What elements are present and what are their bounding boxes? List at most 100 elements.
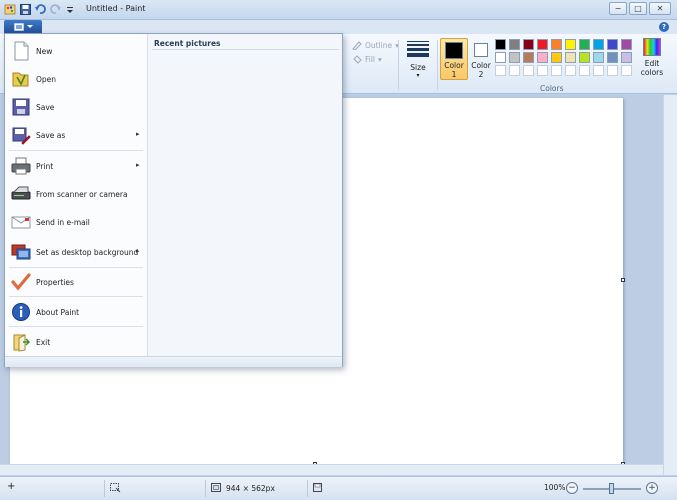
palette-color-swatch[interactable]: [551, 39, 562, 50]
menu-item-label: Send in e-mail: [36, 218, 90, 227]
zoom-in-button[interactable]: +: [646, 482, 658, 494]
paint-menu-button[interactable]: [4, 20, 42, 33]
submenu-arrow-icon: ▸: [136, 247, 140, 255]
menu-item-label: Open: [36, 75, 57, 84]
shape-fill-dropdown[interactable]: Fill ▾: [352, 54, 382, 64]
menu-item-save[interactable]: Save: [5, 93, 147, 121]
menu-item-print[interactable]: Print ▸: [5, 152, 147, 180]
palette-color-swatch[interactable]: [579, 39, 590, 50]
colors-group-label: Colors: [540, 84, 564, 93]
color-2-label: Color 2: [471, 61, 491, 79]
new-document-icon: [11, 41, 31, 61]
file-size-icon: [313, 483, 322, 492]
zoom-slider-thumb[interactable]: [609, 483, 614, 494]
palette-color-swatch[interactable]: [551, 65, 562, 76]
save-as-icon: [11, 125, 31, 145]
chevron-down-icon: [26, 25, 33, 28]
horizontal-scrollbar[interactable]: [0, 464, 663, 475]
zoom-level-text: 100%: [544, 483, 566, 492]
palette-color-swatch[interactable]: [565, 52, 576, 63]
shape-outline-dropdown[interactable]: Outline ▾: [352, 40, 399, 50]
menu-item-exit[interactable]: Exit: [5, 328, 147, 356]
close-button[interactable]: ✕: [649, 2, 671, 15]
color-palette: [495, 39, 632, 76]
line-size-icon: [407, 38, 429, 60]
palette-color-swatch[interactable]: [523, 65, 534, 76]
menu-divider: [9, 326, 143, 327]
save-icon[interactable]: [19, 3, 31, 15]
desktop-background-icon: [11, 242, 31, 262]
menu-commands: New Open Save Save as ▸ Print ▸ From sca…: [5, 34, 147, 356]
palette-color-swatch[interactable]: [523, 52, 534, 63]
palette-color-swatch[interactable]: [495, 52, 506, 63]
quick-access-toolbar: [4, 3, 76, 15]
color-spectrum-icon: [643, 38, 661, 56]
menu-item-set-desktop-background[interactable]: Set as desktop background ▸: [5, 238, 147, 266]
palette-color-swatch[interactable]: [607, 39, 618, 50]
minimize-button[interactable]: −: [609, 2, 627, 15]
status-separator: [205, 480, 206, 497]
palette-color-swatch[interactable]: [621, 52, 632, 63]
cursor-position-icon: +: [7, 481, 16, 492]
menu-item-label: Exit: [36, 338, 51, 347]
status-separator: [307, 480, 308, 497]
palette-color-swatch[interactable]: [509, 65, 520, 76]
window-title: Untitled - Paint: [86, 4, 146, 13]
color-2-button[interactable]: Color 2: [467, 38, 495, 80]
printer-icon: [11, 156, 31, 176]
palette-color-swatch[interactable]: [607, 65, 618, 76]
menu-item-label: Print: [36, 162, 54, 171]
floppy-disk-icon: [11, 97, 31, 117]
chevron-down-icon: ▾: [378, 54, 382, 64]
menu-item-send-email[interactable]: Send in e-mail: [5, 208, 147, 236]
recent-pictures-title: Recent pictures: [154, 39, 221, 48]
submenu-arrow-icon: ▸: [136, 161, 140, 169]
undo-icon[interactable]: [34, 3, 46, 15]
chevron-down-icon: ▾: [416, 72, 420, 79]
edit-colors-button[interactable]: Edit colors: [638, 38, 666, 77]
palette-color-swatch[interactable]: [537, 52, 548, 63]
redo-icon[interactable]: [49, 3, 61, 15]
zoom-out-button[interactable]: −: [566, 482, 578, 494]
palette-color-swatch[interactable]: [579, 65, 590, 76]
palette-color-swatch[interactable]: [621, 39, 632, 50]
menu-item-about-paint[interactable]: About Paint: [5, 298, 147, 326]
palette-color-swatch[interactable]: [495, 39, 506, 50]
palette-color-swatch[interactable]: [509, 52, 520, 63]
palette-color-swatch[interactable]: [565, 65, 576, 76]
palette-color-swatch[interactable]: [621, 65, 632, 76]
help-button[interactable]: ?: [659, 22, 669, 32]
menu-item-from-scanner[interactable]: From scanner or camera: [5, 180, 147, 208]
palette-color-swatch[interactable]: [607, 52, 618, 63]
color-1-button[interactable]: Color 1: [440, 38, 468, 80]
palette-color-swatch[interactable]: [523, 39, 534, 50]
submenu-arrow-icon: ▸: [136, 130, 140, 138]
palette-color-swatch[interactable]: [593, 65, 604, 76]
menu-item-properties[interactable]: Properties: [5, 268, 147, 296]
palette-color-swatch[interactable]: [593, 52, 604, 63]
resize-handle-right[interactable]: [621, 278, 625, 282]
application-menu: New Open Save Save as ▸ Print ▸ From sca…: [4, 33, 343, 367]
fill-label: Fill: [365, 54, 376, 64]
menu-item-save-as[interactable]: Save as ▸: [5, 121, 147, 149]
palette-color-swatch[interactable]: [565, 39, 576, 50]
vertical-scrollbar[interactable]: [663, 95, 677, 475]
palette-color-swatch[interactable]: [593, 39, 604, 50]
menu-item-open[interactable]: Open: [5, 65, 147, 93]
menu-item-label: About Paint: [36, 308, 80, 317]
palette-color-swatch[interactable]: [509, 39, 520, 50]
ribbon-separator: [437, 40, 438, 90]
palette-color-swatch[interactable]: [537, 39, 548, 50]
color-1-swatch: [445, 42, 463, 59]
palette-color-swatch[interactable]: [495, 65, 506, 76]
menu-footer: [5, 356, 342, 367]
palette-color-swatch[interactable]: [537, 65, 548, 76]
palette-color-swatch[interactable]: [579, 52, 590, 63]
customize-toolbar-icon[interactable]: [64, 3, 76, 15]
maximize-button[interactable]: □: [629, 2, 647, 15]
menu-item-label: Save: [36, 103, 55, 112]
menu-item-new[interactable]: New: [5, 37, 147, 65]
paint-menu-icon: [13, 22, 24, 31]
palette-color-swatch[interactable]: [551, 52, 562, 63]
size-button[interactable]: Size ▾: [403, 38, 433, 82]
